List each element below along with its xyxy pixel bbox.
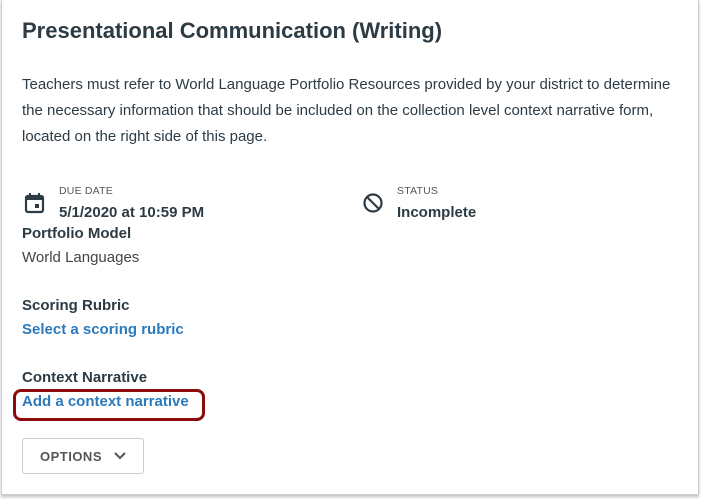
due-date-label: DUE DATE [59,185,113,197]
context-narrative-heading: Context Narrative [22,369,148,386]
description: Teachers must refer to World Language Po… [22,76,671,145]
no-entry-icon [363,193,383,213]
chevron-down-icon [114,452,126,460]
select-scoring-rubric-link[interactable]: Select a scoring rubric [22,321,184,338]
status-value: Incomplete [397,204,477,221]
portfolio-model-heading: Portfolio Model [22,225,132,242]
calendar-icon [24,193,45,214]
add-context-narrative-link[interactable]: Add a context narrative [22,393,189,410]
scoring-rubric-heading: Scoring Rubric [22,297,130,314]
options-label: OPTIONS [39,448,102,464]
due-date-value: 5/1/2020 at 10:59 PM [59,204,205,221]
status-label: STATUS [397,185,439,197]
portfolio-model-value: World Languages [22,249,140,266]
options-button[interactable]: OPTIONS [22,438,144,474]
page-title: Presentational Communication (Writing) [22,18,443,43]
